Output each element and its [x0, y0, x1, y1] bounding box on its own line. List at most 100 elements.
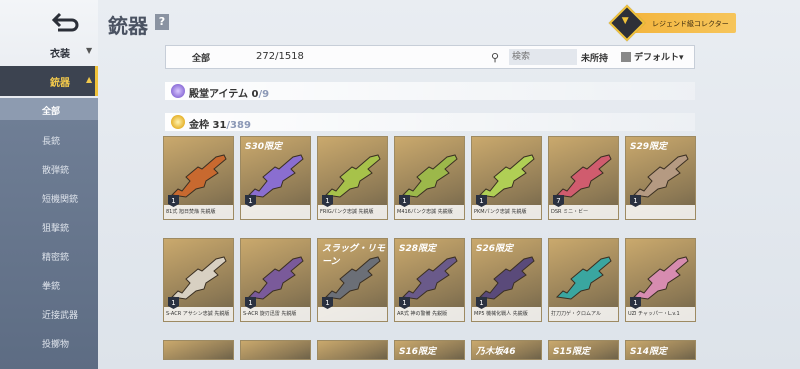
sidebar-costume[interactable]: 衣装 ▼ [0, 42, 98, 60]
weapon-card[interactable]: AR式 神の警備 先鋭版 1 S28限定 [394, 238, 465, 322]
filter-category[interactable]: 全部 [192, 51, 210, 64]
weapon-name-strip: MP5 機械化戦人 先鋭版 [472, 307, 541, 321]
weapon-image [478, 154, 535, 198]
weapon-card[interactable]: MP5 機械化戦人 先鋭版 1 S26限定 [471, 238, 542, 322]
sidebar-item-melee[interactable]: 近接武器 [0, 302, 98, 326]
weapon-image [170, 256, 227, 300]
search-box: ⚲ [491, 49, 577, 66]
weapon-card[interactable]: M416パンク忠誠 先鋭版 1 [394, 136, 465, 220]
weapon-image [247, 154, 304, 198]
weapon-name: 打刀刀ゲ・クロムアル [551, 311, 601, 317]
weapon-name-strip [241, 205, 310, 219]
weapon-name-strip: DSR ミニ・ビー [549, 205, 618, 219]
sidebar-item-label: 投擲物 [42, 340, 70, 350]
weapon-card[interactable]: S-ACR アサシン忠誠 先鋭版 1 [163, 238, 234, 322]
weapon-card[interactable] [317, 340, 388, 360]
weapon-image [324, 154, 381, 198]
weapon-name: MP5 機械化戦人 先鋭版 [474, 311, 528, 317]
weapon-name: S-ACR 旋刃迅雷 先鋭版 [243, 311, 297, 317]
weapon-card[interactable]: 乃木坂46 [471, 340, 542, 360]
weapon-image [401, 256, 458, 300]
chevron-down-icon: ▼ [86, 46, 93, 55]
weapon-card[interactable]: S14限定 [625, 340, 696, 360]
collector-button[interactable]: ▼ レジェンド級コレクター [608, 4, 736, 42]
sidebar-item-label: 長銃 [42, 137, 61, 147]
sidebar-item-pistol[interactable]: 拳銃 [0, 273, 98, 297]
weapon-name-strip: FRIGパンク忠誠 先鋭版 [318, 205, 387, 219]
weapon-name: S-ACR アサシン忠誠 先鋭版 [166, 311, 230, 317]
weapon-card[interactable]: 打刀刀ゲ・クロムアル [548, 238, 619, 322]
weapon-name: M416パンク忠誠 先鋭版 [397, 209, 453, 215]
weapon-card[interactable] [163, 340, 234, 360]
sidebar-item-label: 精密銃 [42, 253, 70, 263]
weapon-card[interactable]: UZI チャッパー・L.v.1 1 [625, 238, 696, 322]
sidebar-item-label: 散弾銃 [42, 166, 70, 176]
weapon-card[interactable]: S-ACR 旋刃迅雷 先鋭版 1 [240, 238, 311, 322]
season-tag: S14限定 [630, 347, 668, 357]
weapon-card[interactable]: DSR ミニ・ビー 7 [548, 136, 619, 220]
unowned-checkbox[interactable] [621, 52, 631, 62]
sidebar-item-throwable[interactable]: 投擲物 [0, 331, 98, 355]
sidebar-item-label: 短機関銃 [42, 195, 79, 205]
weapon-card[interactable]: FRIGパンク忠誠 先鋭版 1 [317, 136, 388, 220]
sidebar-item-long-gun[interactable]: 長銃 [0, 128, 98, 152]
weapon-card[interactable]: 1 S30限定 [240, 136, 311, 220]
sort-dropdown[interactable]: デフォルト▾ [634, 50, 684, 63]
season-tag: スラッグ・リモーン [322, 244, 386, 267]
season-tag: S30限定 [245, 142, 283, 152]
sidebar-item-precision[interactable]: 精密銃 [0, 244, 98, 268]
weapon-name: PKMパンク忠誠 先鋭版 [474, 209, 527, 215]
sidebar-item-label: 近接武器 [42, 311, 79, 321]
weapon-name: FRIGパンク忠誠 先鋭版 [320, 209, 374, 215]
weapon-name: 81式 旭日焚焔 先鋭版 [166, 209, 216, 215]
sidebar-item-label: 狙撃銃 [42, 224, 70, 234]
weapon-name-strip: AR式 神の警備 先鋭版 [395, 307, 464, 321]
season-tag: S28限定 [399, 244, 437, 254]
gold-frame-icon [171, 115, 185, 129]
weapon-card[interactable]: PKMパンク忠誠 先鋭版 1 [471, 136, 542, 220]
weapon-card[interactable]: 1 S29限定 [625, 136, 696, 220]
weapon-name: UZI チャッパー・L.v.1 [628, 311, 680, 317]
weapon-image [555, 256, 612, 300]
weapon-name-strip: 打刀刀ゲ・クロムアル [549, 307, 618, 321]
owned-count: 272/1518 [256, 51, 304, 62]
season-tag: S29限定 [630, 142, 668, 152]
back-arrow-icon[interactable] [50, 8, 80, 34]
collector-label: レジェンド級コレクター [652, 20, 729, 28]
sidebar-item-label: 全部 [42, 107, 61, 117]
section-gold-frame[interactable]: 金枠 31/389 [165, 113, 695, 131]
unowned-filter-label: 未所持 [581, 54, 609, 64]
weapon-image [247, 256, 304, 300]
sidebar-item-shotgun[interactable]: 散弾銃 [0, 157, 98, 181]
sidebar-weapons[interactable]: 銃器 ▲ [0, 66, 98, 96]
chevron-up-icon: ▲ [86, 75, 93, 84]
weapon-card[interactable]: S16限定 [394, 340, 465, 360]
weapon-name-strip: PKMパンク忠誠 先鋭版 [472, 205, 541, 219]
weapon-image [555, 154, 612, 198]
weapon-name: AR式 神の警備 先鋭版 [397, 311, 448, 317]
section-label: 殿堂アイテム 0/9 [189, 89, 270, 100]
weapon-card[interactable]: 81式 旭日焚焔 先鋭版 1 [163, 136, 234, 220]
weapon-image [632, 154, 689, 198]
season-tag: S16限定 [399, 347, 437, 357]
sidebar-item-all[interactable]: 全部 [0, 98, 98, 122]
weapon-name-strip: M416パンク忠誠 先鋭版 [395, 205, 464, 219]
sidebar-item-sniper[interactable]: 狙撃銃 [0, 215, 98, 239]
weapon-name-strip: 81式 旭日焚焔 先鋭版 [164, 205, 233, 219]
weapon-card[interactable]: S15限定 [548, 340, 619, 360]
weapon-card[interactable]: 1 スラッグ・リモーン [317, 238, 388, 322]
sidebar-item-smg[interactable]: 短機関銃 [0, 186, 98, 210]
section-hall-of-fame[interactable]: 殿堂アイテム 0/9 [165, 82, 695, 100]
weapon-card[interactable] [240, 340, 311, 360]
help-icon[interactable]: ? [155, 14, 169, 30]
collector-badge-icon: ▼ [608, 4, 646, 42]
weapon-name-strip: S-ACR 旋刃迅雷 先鋭版 [241, 307, 310, 321]
sidebar-costume-label: 衣装 [50, 49, 70, 60]
season-tag: S26限定 [476, 244, 514, 254]
weapon-name-strip: UZI チャッパー・L.v.1 [626, 307, 695, 321]
season-tag: 乃木坂46 [476, 347, 516, 357]
weapon-image [632, 256, 689, 300]
weapon-image [170, 154, 227, 198]
search-input[interactable] [509, 49, 577, 65]
sidebar: 衣装 ▼ 銃器 ▲ 全部 長銃 散弾銃 短機関銃 狙撃銃 精密銃 拳銃 近接武器… [0, 0, 98, 369]
